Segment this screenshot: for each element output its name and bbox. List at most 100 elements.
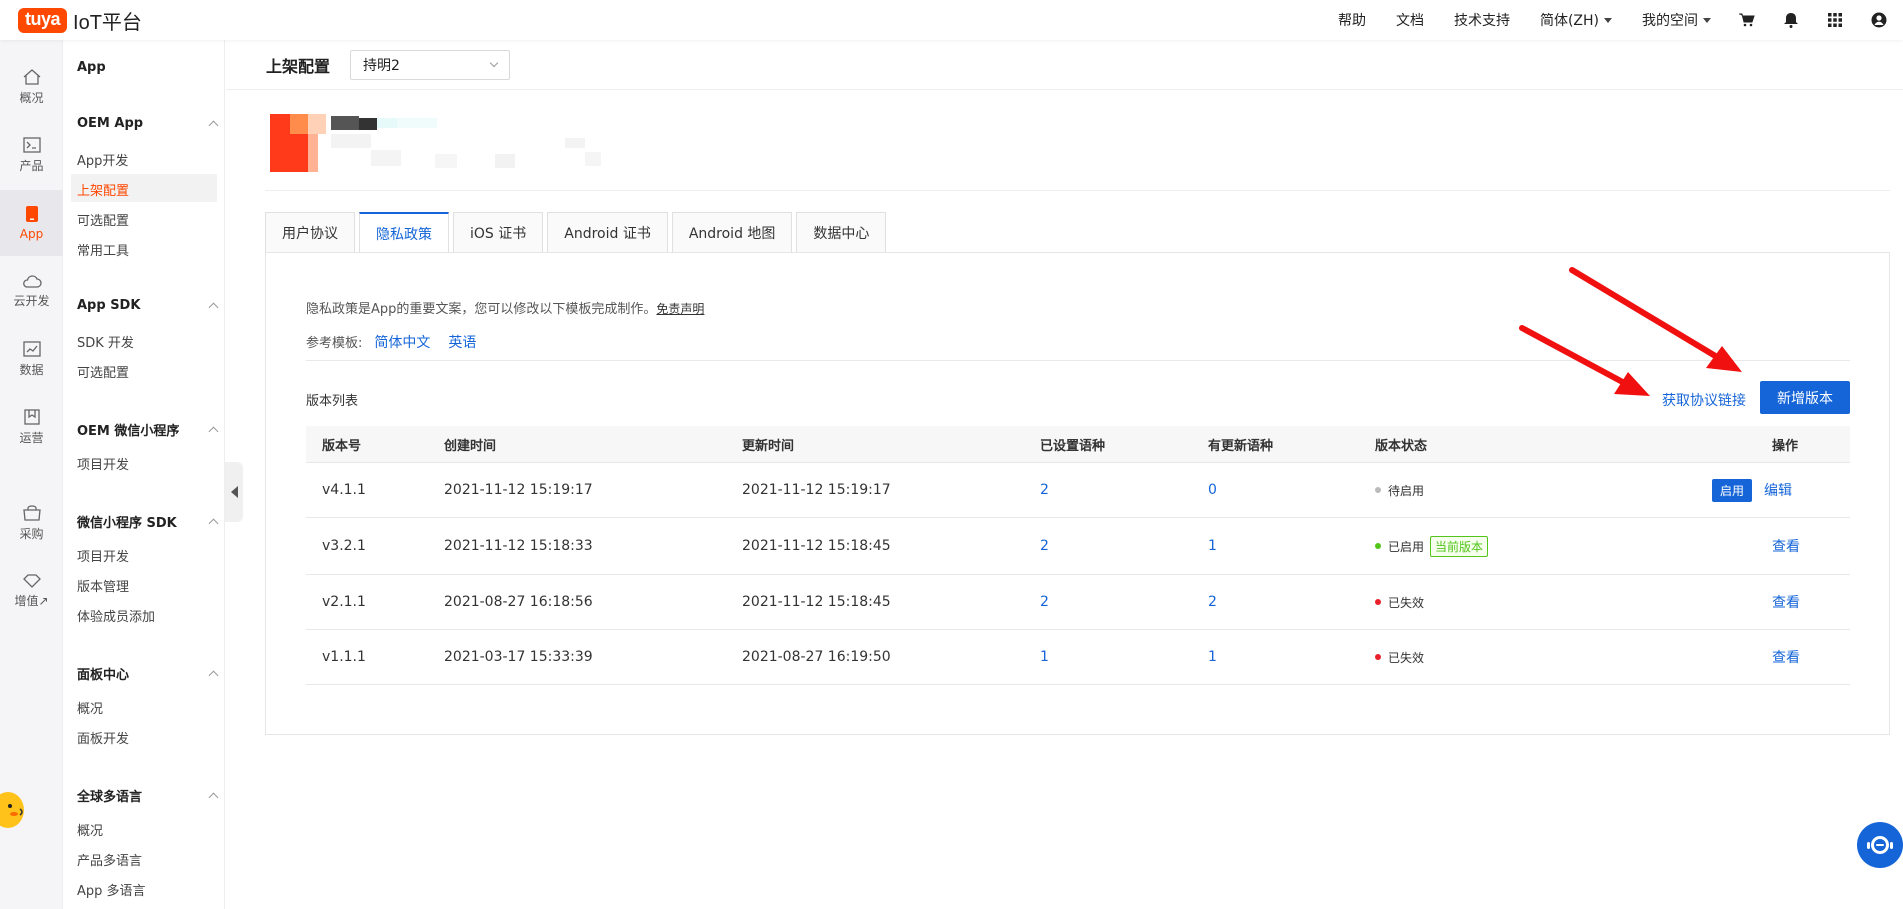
user-avatar-icon[interactable]: [1871, 12, 1887, 28]
rail-item-app[interactable]: App: [0, 190, 63, 256]
cell-created: 2021-11-12 15:18:33: [444, 538, 593, 554]
cell-updated-languages-link[interactable]: 1: [1208, 630, 1217, 684]
cell-set-languages-link[interactable]: 1: [1040, 630, 1049, 684]
divider: [265, 190, 1890, 191]
space-dropdown[interactable]: 我的空间: [1642, 10, 1711, 30]
chevron-up-icon: [208, 426, 219, 437]
sidebar-group-panel-center[interactable]: 面板中心: [77, 664, 219, 683]
sidebar-item-project-dev[interactable]: 项目开发: [77, 454, 129, 473]
cell-set-languages-link[interactable]: 2: [1040, 463, 1049, 517]
cell-created: 2021-03-17 15:33:39: [444, 649, 593, 665]
sidebar-item-tools[interactable]: 常用工具: [77, 240, 129, 259]
rail-item-data[interactable]: 数据: [0, 326, 63, 392]
apps-grid-icon[interactable]: [1827, 12, 1843, 28]
chevron-up-icon: [208, 302, 219, 313]
tab-ios-cert[interactable]: iOS 证书: [453, 212, 544, 252]
sidebar-item-version-mgmt[interactable]: 版本管理: [77, 576, 129, 595]
cell-status: 待启用: [1375, 463, 1424, 517]
nav-support[interactable]: 技术支持: [1454, 10, 1510, 30]
view-link[interactable]: 查看: [1772, 575, 1800, 629]
group-label: 全球多语言: [77, 790, 143, 805]
diamond-icon: [22, 573, 41, 588]
cell-updated-languages-link[interactable]: 2: [1208, 575, 1217, 629]
cart-icon[interactable]: [1739, 12, 1755, 28]
cell-updated: 2021-11-12 15:19:17: [742, 482, 891, 498]
header-version: 版本号: [322, 438, 362, 454]
cell-created: 2021-11-12 15:19:17: [444, 482, 593, 498]
cell-set-languages-link[interactable]: 2: [1040, 518, 1049, 574]
rail-item-purchase[interactable]: 采购: [0, 490, 63, 556]
bell-icon[interactable]: [1783, 12, 1799, 28]
logo-badge: tuya: [18, 7, 68, 33]
rail-label: 云开发: [13, 293, 50, 308]
cell-updated: 2021-11-12 15:18:45: [742, 594, 891, 610]
phone-icon: [25, 206, 38, 222]
cell-updated-languages-link[interactable]: 1: [1208, 518, 1217, 574]
mascot-icon[interactable]: [0, 790, 28, 830]
chat-support-button[interactable]: [1857, 822, 1903, 868]
status-label: 已失效: [1388, 595, 1425, 610]
view-link[interactable]: 查看: [1772, 518, 1800, 574]
enable-button[interactable]: 启用: [1712, 478, 1753, 502]
cell-set-languages-link[interactable]: 2: [1040, 575, 1049, 629]
cell-created: 2021-08-27 16:18:56: [444, 594, 593, 610]
sidebar-item-sdk-dev[interactable]: SDK 开发: [77, 332, 134, 351]
template-link-en[interactable]: 英语: [448, 332, 476, 352]
sidebar-group-wechat-sdk[interactable]: 微信小程序 SDK: [77, 512, 219, 531]
group-label: OEM 微信小程序: [77, 424, 180, 439]
sidebar-group-i18n[interactable]: 全球多语言: [77, 786, 219, 805]
sidebar-item-optional-config[interactable]: 可选配置: [77, 210, 129, 229]
shop-icon: [22, 504, 41, 521]
app-select[interactable]: 持明2: [350, 49, 511, 80]
sidebar-collapse-button[interactable]: [225, 462, 243, 522]
group-label: 面板中心: [77, 668, 130, 683]
rail-item-operation[interactable]: 运营: [0, 394, 63, 460]
sidebar-group-wechat-mini[interactable]: OEM 微信小程序: [77, 420, 219, 439]
header-actions: 操作: [1772, 438, 1799, 454]
sidebar-group-app-sdk[interactable]: App SDK: [77, 298, 219, 313]
sidebar-group-oem-app[interactable]: OEM App: [77, 116, 219, 131]
rail-item-product[interactable]: 产品: [0, 122, 63, 188]
tab-android-map[interactable]: Android 地图: [671, 212, 793, 252]
chevron-down-icon: [1604, 17, 1612, 23]
rail-label: 概况: [19, 90, 44, 105]
tab-privacy-policy[interactable]: 隐私政策: [359, 212, 449, 253]
sidebar-item-app-dev[interactable]: App开发: [77, 150, 128, 169]
sidebar-item-product-i18n[interactable]: 产品多语言: [77, 850, 142, 869]
rail-label: 产品: [19, 158, 44, 173]
disclaimer-link[interactable]: 免责声明: [656, 302, 704, 316]
sidebar-item-sdk-optional[interactable]: 可选配置: [77, 362, 129, 381]
sidebar-item-trial-members[interactable]: 体验成员添加: [77, 606, 155, 625]
sidebar-item-panel-dev[interactable]: 面板开发: [77, 728, 129, 747]
privacy-description: 隐私政策是App的重要文案，您可以修改以下模板完成制作。免责声明: [306, 298, 704, 317]
cell-updated-languages-link[interactable]: 0: [1208, 463, 1217, 517]
rail-label: 运营: [19, 430, 44, 445]
nav-help[interactable]: 帮助: [1338, 10, 1366, 30]
tab-android-cert[interactable]: Android 证书: [547, 212, 668, 252]
sidebar-item-panel-overview[interactable]: 概况: [77, 698, 103, 717]
arrowhead-icon: [1614, 372, 1650, 396]
view-link[interactable]: 查看: [1772, 630, 1800, 684]
main-header: 上架配置 持明2: [226, 40, 1903, 90]
sidebar: App OEM App App开发 上架配置 可选配置 常用工具 App SDK…: [63, 40, 225, 909]
edit-link[interactable]: 编辑: [1764, 480, 1792, 500]
tab-data-center[interactable]: 数据中心: [796, 212, 887, 252]
rail-item-value-added[interactable]: 增值↗: [0, 558, 63, 624]
sidebar-item-listing-config[interactable]: 上架配置: [77, 180, 129, 199]
nav-docs[interactable]: 文档: [1396, 10, 1424, 30]
left-rail: 概况 产品 App 云开发 数据 运营 采购 增值↗: [0, 40, 63, 909]
rail-item-overview[interactable]: 概况: [0, 54, 63, 120]
sidebar-item-app-i18n[interactable]: App 多语言: [77, 880, 146, 899]
logo[interactable]: tuya IoT平台: [18, 6, 142, 35]
language-dropdown[interactable]: 简体(ZH): [1540, 10, 1612, 30]
sidebar-item-i18n-overview[interactable]: 概况: [77, 820, 103, 839]
tab-user-agreement[interactable]: 用户协议: [265, 212, 355, 252]
template-link-zh[interactable]: 简体中文: [374, 332, 430, 352]
sidebar-item-mini-project-dev[interactable]: 项目开发: [77, 546, 129, 565]
version-table: 版本号 创建时间 更新时间 已设置语种 有更新语种 版本状态 操作 v4.1.1…: [306, 426, 1850, 685]
header-status: 版本状态: [1375, 438, 1428, 454]
add-version-button[interactable]: 新增版本: [1760, 381, 1850, 414]
rail-label: 采购: [19, 526, 44, 541]
rail-item-cloud[interactable]: 云开发: [0, 258, 63, 324]
arrow-icon: [1569, 267, 1725, 363]
